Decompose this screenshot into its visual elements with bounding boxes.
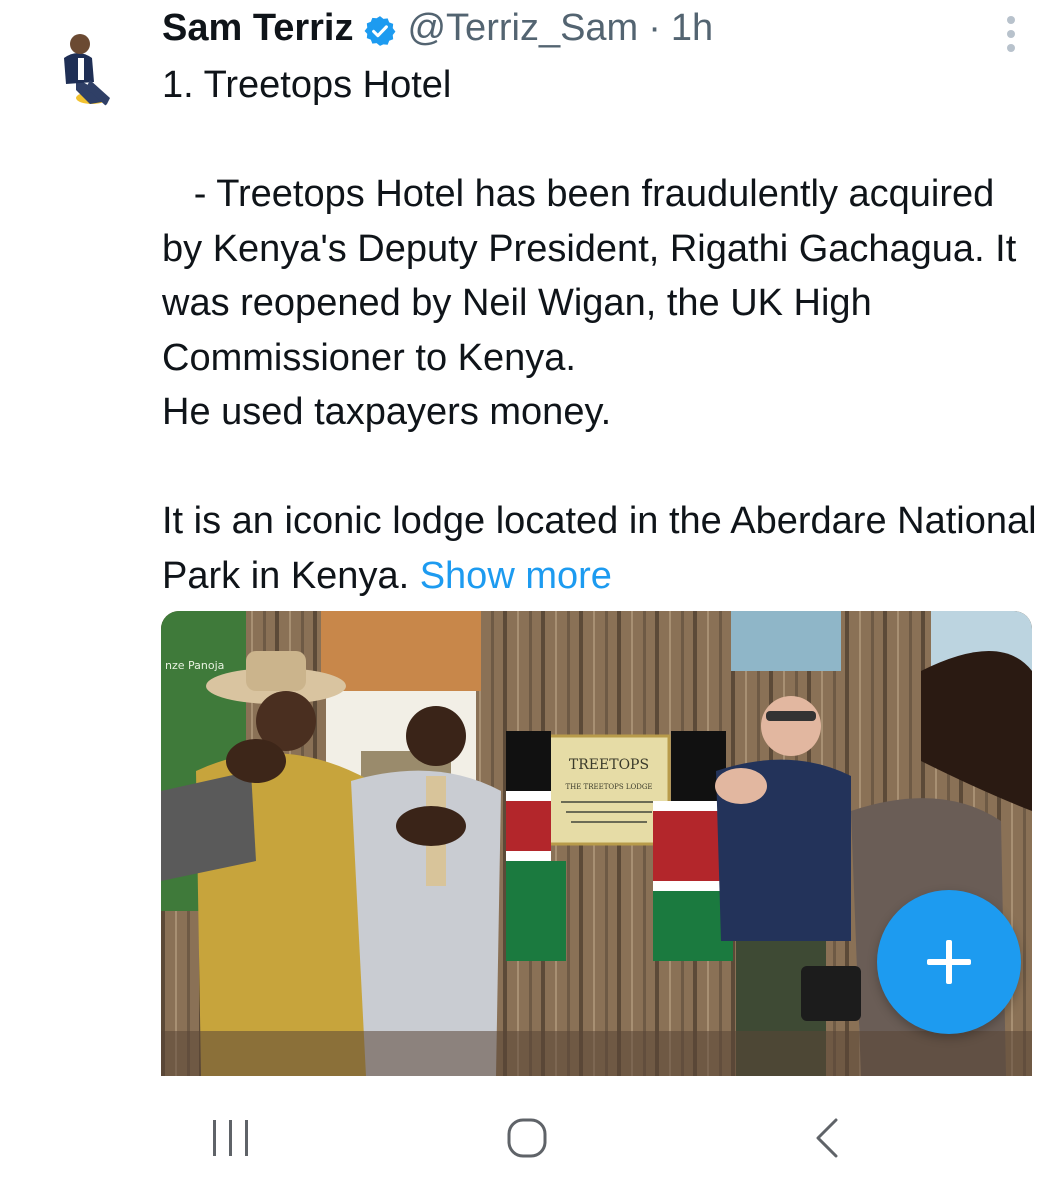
author-handle[interactable]: @Terriz_Sam [407,4,638,52]
tweet-header: Sam Terriz @Terriz_Sam · 1h [162,4,713,52]
tweet-time[interactable]: 1h [671,4,713,52]
system-nav-bar [0,1076,1063,1200]
avatar-image [30,18,126,114]
recent-apps-icon[interactable] [210,1116,252,1160]
author-name[interactable]: Sam Terriz [162,4,353,52]
plus-icon [927,940,971,984]
verified-badge-icon [363,12,397,46]
avatar[interactable] [30,18,126,114]
more-vertical-icon[interactable] [996,14,1026,54]
meta-separator: · [648,7,661,49]
plaque-subtitle: THE TREETOPS LODGE [565,783,652,791]
tweet-line: 1. Treetops Hotel [162,64,452,106]
plaque-title: TREETOPS [569,757,649,773]
back-icon[interactable] [812,1116,842,1160]
tweet-line-last: It is an iconic lodge located in the Abe… [162,494,1042,603]
home-icon[interactable] [505,1116,549,1160]
tweet-body: 1. Treetops Hotel - Treetops Hotel has b… [162,58,1042,603]
tweet-line: He used taxpayers money. [162,391,612,433]
tweet-line: - Treetops Hotel has been fraudulently a… [162,173,1027,379]
show-more-link[interactable]: Show more [420,555,612,597]
banner-text: nze Panoja [165,659,224,672]
compose-button[interactable] [877,890,1021,1034]
